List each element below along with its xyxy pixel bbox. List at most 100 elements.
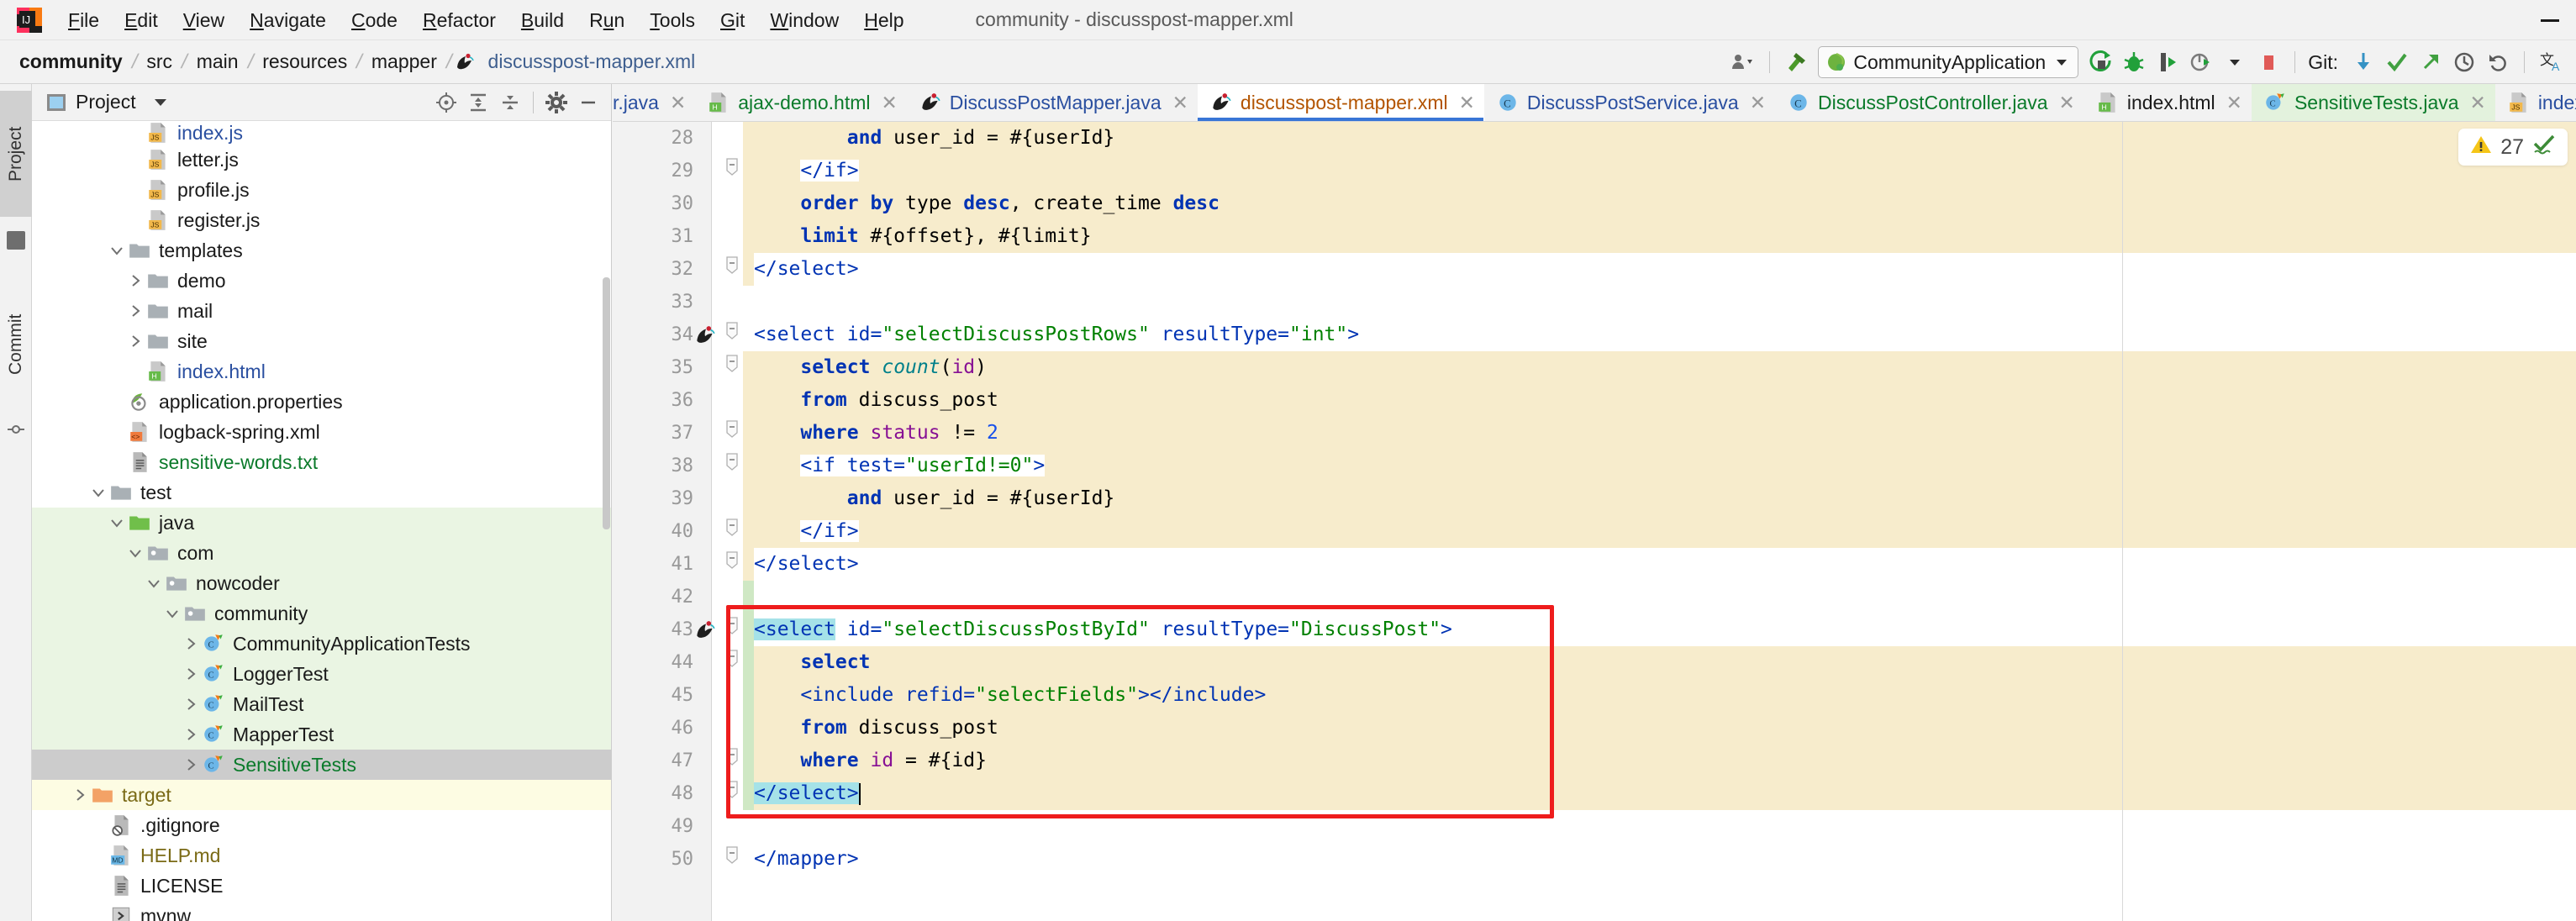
chevron-right-icon[interactable] [124, 304, 146, 318]
code-folding-marker[interactable] [718, 351, 746, 384]
code-line[interactable]: 32 </select> [613, 253, 2576, 286]
menu-item-window[interactable]: Window [757, 5, 851, 35]
chevron-down-icon[interactable] [2218, 45, 2252, 79]
code-line[interactable]: 48 </select> [613, 777, 2576, 810]
code-folding-marker[interactable] [718, 777, 746, 810]
editor-tab-index-html[interactable]: Hindex.html ✕ [2084, 84, 2252, 121]
chevron-down-icon[interactable] [106, 518, 128, 528]
code-line[interactable]: 29 </if> [613, 155, 2576, 187]
code-line[interactable]: 38 <if test="userId!=0"> [613, 450, 2576, 482]
code-line[interactable]: 28 and user_id = #{userId} [613, 122, 2576, 155]
menu-bar[interactable]: File Edit View Navigate Code Refactor Build Run… [55, 5, 917, 35]
run-button[interactable] [2083, 45, 2117, 79]
collapse-all-icon[interactable] [494, 87, 526, 118]
menu-item-code[interactable]: Code [339, 5, 410, 35]
code-line[interactable]: 40 </if> [613, 515, 2576, 548]
tree-node[interactable]: mail [32, 296, 611, 326]
editor-tab-discusspostcontroller-java[interactable]: C DiscussPostController.java ✕ [1775, 84, 2084, 121]
tree-node[interactable]: <> logback-spring.xml [32, 417, 611, 447]
tree-node[interactable]: C MailTest [32, 689, 611, 719]
code-line[interactable]: 31 limit #{offset}, #{limit} [613, 220, 2576, 253]
rollback-icon[interactable] [2481, 45, 2515, 79]
mybatis-icon[interactable] [693, 324, 717, 347]
tree-node[interactable]: templates [32, 235, 611, 266]
editor-tab-discusspostmapper-java[interactable]: DiscussPostMapper.java ✕ [907, 84, 1198, 121]
run-with-coverage-button[interactable] [2151, 45, 2184, 79]
close-icon[interactable]: ✕ [1459, 92, 1475, 114]
code-line[interactable]: 33 [613, 286, 2576, 318]
tree-node[interactable]: MD HELP.md [32, 840, 611, 871]
menu-item-build[interactable]: Build [508, 5, 577, 35]
code-folding-marker[interactable] [718, 253, 746, 286]
tree-node[interactable]: C CommunityApplicationTests [32, 629, 611, 659]
editor-tab-r-java[interactable]: r.java ✕ [613, 84, 695, 121]
chevron-down-icon[interactable] [124, 548, 146, 558]
profile-button[interactable] [2184, 45, 2218, 79]
code-folding-marker[interactable] [718, 417, 746, 450]
tree-node[interactable]: community [32, 598, 611, 629]
code-line[interactable]: 36 from discuss_post [613, 384, 2576, 417]
push-icon[interactable] [2414, 45, 2447, 79]
tree-node[interactable]: LICENSE [32, 871, 611, 901]
tree-node[interactable]: sensitive-words.txt [32, 447, 611, 477]
menu-item-navigate[interactable]: Navigate [237, 5, 339, 35]
tree-node[interactable]: mvnw [32, 901, 611, 921]
code-lines[interactable]: 28 and user_id = #{userId} 29 </if> 30 ord… [613, 122, 2576, 921]
editor-tab-sensitivetests-java[interactable]: C SensitiveTests.java ✕ [2251, 84, 2495, 121]
tree-node[interactable]: C LoggerTest [32, 659, 611, 689]
close-icon[interactable]: ✕ [2059, 92, 2075, 114]
debug-button[interactable] [2117, 45, 2151, 79]
history-icon[interactable] [2447, 45, 2481, 79]
commit-icon[interactable] [2380, 45, 2414, 79]
code-folding-marker[interactable] [718, 646, 746, 679]
gear-icon[interactable] [540, 87, 572, 118]
chevron-right-icon[interactable] [124, 274, 146, 287]
tree-node[interactable]: test [32, 477, 611, 508]
chevron-right-icon[interactable] [69, 788, 91, 802]
tree-node[interactable]: C SensitiveTests [32, 750, 611, 780]
breadcrumb-item-community[interactable]: community [12, 48, 130, 76]
chevron-down-icon[interactable] [87, 487, 109, 497]
tree-node[interactable]: JS register.js [32, 205, 611, 235]
menu-item-view[interactable]: View [171, 5, 237, 35]
translate-icon[interactable]: 文 A [2534, 45, 2568, 79]
menu-item-run[interactable]: Run [577, 5, 637, 35]
menu-item-tools[interactable]: Tools [637, 5, 708, 35]
menu-item-refactor[interactable]: Refactor [410, 5, 508, 35]
sidebar-item-project[interactable]: Project [0, 91, 32, 217]
tree-node[interactable]: C MapperTest [32, 719, 611, 750]
chevron-right-icon[interactable] [124, 334, 146, 348]
editor-tab-discusspost-mapper-xml[interactable]: discusspost-mapper.xml ✕ [1197, 84, 1484, 121]
tree-node[interactable]: .gitignore [32, 810, 611, 840]
window-controls[interactable] [2524, 0, 2576, 40]
breadcrumb-item-mapper[interactable]: mapper [364, 48, 445, 76]
chevron-right-icon[interactable] [180, 728, 202, 741]
user-dropdown-icon[interactable] [1726, 45, 1760, 79]
chevron-down-icon[interactable] [161, 608, 183, 618]
menu-item-file[interactable]: File [55, 5, 112, 35]
tree-node[interactable]: demo [32, 266, 611, 296]
code-folding-marker[interactable] [718, 318, 746, 351]
project-tree[interactable]: JS index.js JS letter.js JS profile.js JS re… [32, 121, 611, 921]
chevron-right-icon[interactable] [180, 637, 202, 650]
locate-icon[interactable] [430, 87, 462, 118]
tree-node[interactable]: JS profile.js [32, 175, 611, 205]
main-toolbar[interactable]: CommunityApplication Git: 文 A [1726, 40, 2568, 84]
editor-tab-index-js[interactable]: JSindex.js✕ [2495, 84, 2576, 121]
run-configuration-selector[interactable]: CommunityApplication [1818, 46, 2079, 78]
code-line[interactable]: 42 [613, 581, 2576, 613]
project-scrollbar[interactable] [603, 277, 610, 529]
minimize-button[interactable] [2524, 0, 2576, 40]
menu-item-edit[interactable]: Edit [112, 5, 171, 35]
code-line[interactable]: 49 [613, 810, 2576, 843]
chevron-down-icon[interactable] [148, 92, 173, 113]
code-line[interactable]: 35 select count(id) [613, 351, 2576, 384]
tree-node[interactable]: site [32, 326, 611, 356]
menu-item-help[interactable]: Help [851, 5, 916, 35]
close-icon[interactable]: ✕ [2226, 92, 2242, 114]
menu-item-git[interactable]: Git [708, 5, 757, 35]
breadcrumb-item-resources[interactable]: resources [255, 48, 355, 76]
breadcrumb[interactable]: community / src / main / resources / mapper / dis… [12, 48, 703, 76]
code-line[interactable]: 44 select [613, 646, 2576, 679]
hammer-build-icon[interactable] [1779, 45, 1813, 79]
